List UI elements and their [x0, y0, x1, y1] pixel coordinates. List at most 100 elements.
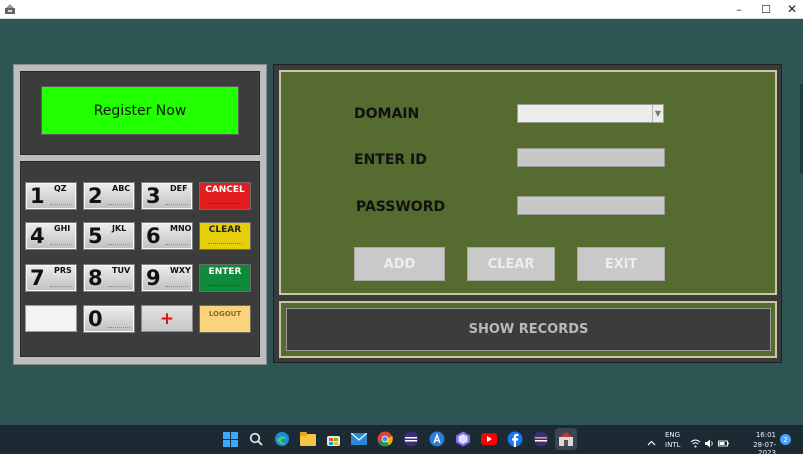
- keypad: 1 QZ 2 ABC 3 DEF CANCEL 4 GHI 5 JKL 6 MN…: [20, 161, 260, 357]
- key-3[interactable]: 3 DEF: [141, 182, 193, 210]
- security-app-icon[interactable]: [454, 430, 472, 448]
- key-digit: 1: [30, 184, 45, 208]
- register-now-button[interactable]: Register Now: [41, 86, 239, 135]
- enter-key-label: ENTER: [208, 267, 242, 277]
- key-digit: 5: [88, 224, 103, 248]
- cancel-key[interactable]: CANCEL: [199, 182, 251, 210]
- notification-badge[interactable]: 2: [780, 434, 791, 445]
- key-dots: [108, 286, 130, 288]
- maximize-button[interactable]: ☐: [753, 0, 779, 18]
- java-app-taskbar-icon[interactable]: [555, 428, 577, 450]
- chrome-icon[interactable]: [376, 430, 394, 448]
- key-letters: DEF: [170, 184, 188, 193]
- eclipse-ide-icon[interactable]: [402, 430, 420, 448]
- logout-key[interactable]: LOGOUT: [199, 305, 251, 333]
- key-dots: [208, 243, 242, 245]
- key-letters: PRS: [54, 266, 72, 275]
- key-dots: [108, 244, 130, 246]
- key-digit: 8: [88, 266, 103, 290]
- minimize-button[interactable]: –: [726, 0, 752, 18]
- key-letters: GHI: [54, 224, 71, 233]
- taskbar: ENG INTL 16:01 28-07-2023 2: [0, 425, 803, 454]
- key-letters: ABC: [112, 184, 131, 193]
- plus-key[interactable]: +: [141, 305, 193, 332]
- key-dots: [166, 286, 188, 288]
- key-digit: 0: [88, 307, 103, 331]
- key-letters: QZ: [54, 184, 67, 193]
- keyboard-layout: INTL: [665, 441, 681, 449]
- mail-icon[interactable]: [350, 430, 368, 448]
- clock-time: 16:01: [755, 431, 776, 439]
- clear-button[interactable]: CLEAR: [467, 247, 555, 281]
- key-digit: 4: [30, 224, 45, 248]
- chevron-up-icon[interactable]: [646, 434, 657, 446]
- key-dots: [208, 285, 242, 287]
- key-0[interactable]: 0: [83, 305, 135, 333]
- key-dots: [108, 327, 130, 329]
- eclipse-workspace-icon[interactable]: [532, 430, 550, 448]
- windows-start-icon[interactable]: [221, 430, 239, 448]
- java-app-icon: [5, 4, 15, 14]
- key-6[interactable]: 6 MNO: [141, 222, 193, 250]
- key-2[interactable]: 2 ABC: [83, 182, 135, 210]
- clock[interactable]: 16:01 28-07-2023: [738, 431, 776, 454]
- enter-id-label: ENTER ID: [354, 152, 427, 168]
- key-letters: JKL: [112, 224, 127, 233]
- login-form-panel: DOMAIN ▼ ENTER ID PASSWORD ADD CLEAR EXI…: [279, 70, 777, 295]
- add-button[interactable]: ADD: [354, 247, 445, 281]
- password-field[interactable]: [517, 196, 665, 215]
- key-digit: 7: [30, 266, 45, 290]
- key-dots: [108, 204, 130, 206]
- enter-id-field[interactable]: [517, 148, 665, 167]
- clear-key[interactable]: CLEAR: [199, 222, 251, 250]
- key-digit: 3: [146, 184, 161, 208]
- search-icon[interactable]: [247, 430, 265, 448]
- facebook-icon[interactable]: [506, 430, 524, 448]
- chevron-down-icon[interactable]: ▼: [652, 105, 663, 122]
- key-5[interactable]: 5 JKL: [83, 222, 135, 250]
- key-dots: [50, 244, 72, 246]
- edge-browser-icon[interactable]: [273, 430, 291, 448]
- key-dots: [208, 203, 242, 205]
- logout-key-label: LOGOUT: [208, 310, 242, 318]
- blank-key[interactable]: [25, 305, 77, 332]
- app-window: Register Now 1 QZ 2 ABC 3 DEF CANCEL 4 G…: [0, 19, 803, 425]
- volume-icon[interactable]: [704, 434, 715, 448]
- key-digit: 2: [88, 184, 103, 208]
- cancel-key-label: CANCEL: [205, 185, 245, 195]
- show-records-button[interactable]: SHOW RECORDS: [286, 308, 771, 351]
- app-launcher-icon[interactable]: [428, 430, 446, 448]
- key-letters: WXY: [170, 266, 191, 275]
- store-icon[interactable]: [324, 430, 342, 448]
- clear-key-label: CLEAR: [208, 225, 242, 235]
- key-letters: TUV: [112, 266, 131, 275]
- domain-dropdown[interactable]: ▼: [517, 104, 664, 123]
- window-title-bar: – ☐ ✕: [0, 0, 803, 19]
- battery-icon[interactable]: [718, 434, 729, 447]
- file-explorer-icon[interactable]: [299, 430, 317, 448]
- key-dots: [50, 204, 72, 206]
- language-indicator[interactable]: ENG INTL: [665, 431, 680, 449]
- wifi-icon[interactable]: [690, 434, 701, 448]
- key-dots: [166, 244, 188, 246]
- records-panel: SHOW RECORDS: [279, 301, 777, 358]
- key-4[interactable]: 4 GHI: [25, 222, 77, 250]
- key-letters: MNO: [170, 224, 192, 233]
- close-button[interactable]: ✕: [779, 0, 803, 18]
- key-dots: [166, 204, 188, 206]
- key-7[interactable]: 7 PRS: [25, 264, 77, 292]
- language-code: ENG: [665, 431, 681, 439]
- left-panel: Register Now 1 QZ 2 ABC 3 DEF CANCEL 4 G…: [13, 64, 267, 365]
- password-label: PASSWORD: [356, 199, 446, 215]
- clock-date: 28-07-2023: [753, 441, 776, 454]
- key-9[interactable]: 9 WXY: [141, 264, 193, 292]
- right-panel: DOMAIN ▼ ENTER ID PASSWORD ADD CLEAR EXI…: [273, 64, 782, 363]
- key-dots: [50, 286, 72, 288]
- key-digit: 9: [146, 266, 161, 290]
- key-8[interactable]: 8 TUV: [83, 264, 135, 292]
- exit-button[interactable]: EXIT: [577, 247, 665, 281]
- key-1[interactable]: 1 QZ: [25, 182, 77, 210]
- enter-key[interactable]: ENTER: [199, 264, 251, 292]
- key-digit: 6: [146, 224, 161, 248]
- youtube-icon[interactable]: [480, 430, 498, 448]
